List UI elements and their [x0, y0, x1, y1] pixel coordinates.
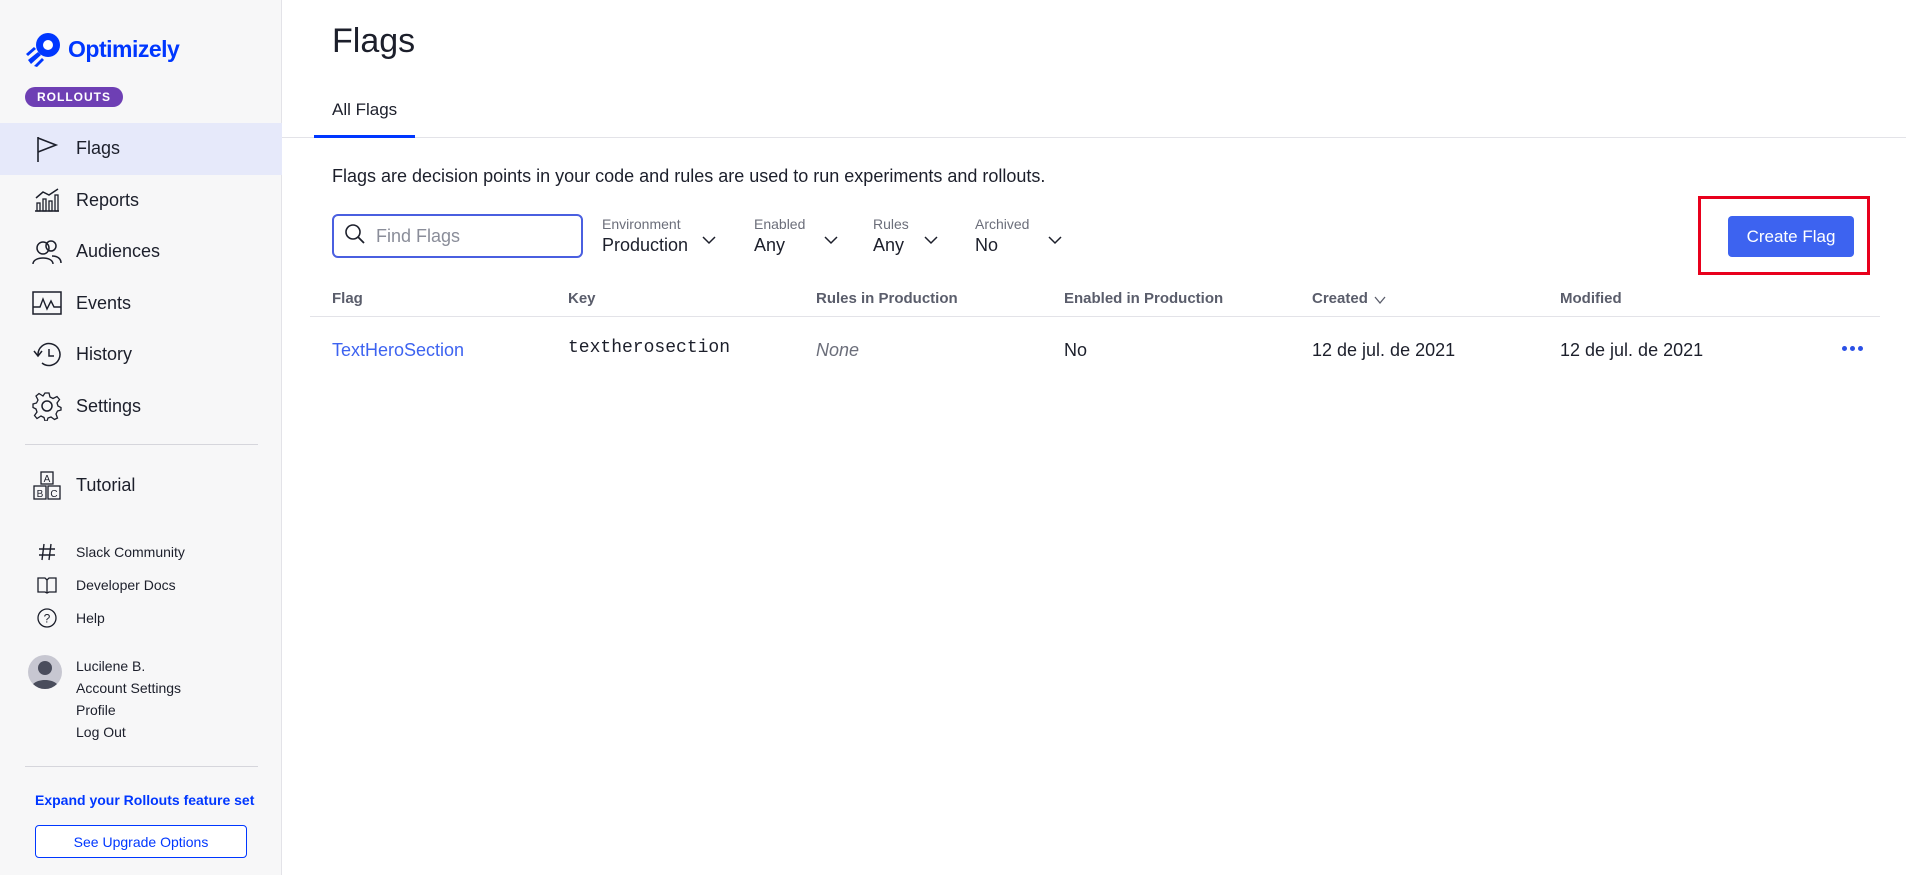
profile-link[interactable]: Profile	[76, 699, 181, 721]
logout-link[interactable]: Log Out	[76, 721, 181, 743]
sort-chevron-icon	[1374, 291, 1386, 308]
slack-community-link[interactable]: Slack Community	[0, 535, 282, 568]
filter-label: Rules	[873, 216, 909, 232]
see-upgrade-options-button[interactable]: See Upgrade Options	[35, 825, 247, 858]
enabled-filter[interactable]: Enabled Any	[754, 216, 838, 256]
hash-icon	[36, 541, 58, 563]
help-icon: ?	[36, 607, 58, 629]
link-label: Slack Community	[76, 543, 185, 560]
search-box	[332, 214, 583, 258]
filter-value: No	[975, 235, 999, 255]
sidebar-item-label: Flags	[76, 138, 121, 159]
column-header-modified[interactable]: Modified	[1560, 290, 1622, 307]
sidebar-item-events[interactable]: Events	[0, 278, 282, 330]
rules-filter[interactable]: Rules Any	[873, 216, 938, 256]
page-title: Flags	[332, 22, 416, 60]
optimizely-logo[interactable]: Optimizely	[24, 30, 180, 68]
help-link[interactable]: ? Help	[0, 601, 282, 634]
flag-icon	[32, 134, 62, 164]
reports-icon	[32, 185, 62, 215]
gear-icon	[32, 391, 62, 422]
sidebar-divider	[25, 766, 258, 767]
page-description: Flags are decision points in your code a…	[332, 166, 1046, 186]
tab-bar: All Flags	[282, 92, 1906, 138]
brand-name: Optimizely	[68, 35, 180, 62]
created-date: 12 de jul. de 2021	[1312, 340, 1456, 360]
environment-filter[interactable]: Environment Production	[602, 216, 716, 256]
chevron-down-icon	[702, 232, 716, 250]
avatar[interactable]	[28, 655, 62, 689]
rollouts-badge: ROLLOUTS	[25, 87, 123, 107]
main-content: Flags All Flags Flags are decision point…	[282, 0, 1906, 875]
rules-in-production: None	[816, 340, 860, 360]
sidebar: Optimizely ROLLOUTS Flags Reports Audien…	[0, 0, 282, 875]
chevron-down-icon	[924, 232, 938, 250]
chevron-down-icon	[824, 232, 838, 250]
filter-value: Any	[754, 235, 786, 255]
sidebar-item-label: Audiences	[76, 241, 161, 262]
sidebar-item-flags[interactable]: Flags	[0, 123, 282, 175]
more-options-icon[interactable]	[1842, 346, 1863, 351]
developer-docs-link[interactable]: Developer Docs	[0, 568, 282, 601]
column-header-rules[interactable]: Rules in Production	[816, 290, 958, 307]
search-input[interactable]	[376, 225, 566, 247]
filter-value: Production	[602, 235, 689, 255]
account-settings-link[interactable]: Account Settings	[76, 677, 181, 699]
filter-label: Enabled	[754, 216, 806, 232]
filter-value: Any	[873, 235, 905, 255]
expand-feature-set-text: Expand your Rollouts feature set	[35, 792, 255, 808]
link-label: Developer Docs	[76, 576, 176, 593]
sidebar-tutorial: A B C Tutorial	[0, 460, 282, 512]
svg-text:B: B	[37, 489, 44, 500]
sidebar-item-label: History	[76, 344, 133, 365]
flag-name-link[interactable]: TextHeroSection	[332, 340, 464, 361]
sidebar-item-label: Events	[76, 292, 132, 313]
tab-all-flags[interactable]: All Flags	[314, 92, 416, 138]
filter-label: Archived	[975, 216, 1030, 232]
search-icon	[344, 223, 366, 250]
sidebar-divider	[25, 444, 258, 445]
modified-date: 12 de jul. de 2021	[1560, 340, 1704, 360]
column-header-flag[interactable]: Flag	[332, 290, 363, 307]
column-header-key[interactable]: Key	[568, 290, 596, 307]
chevron-down-icon	[1048, 232, 1062, 250]
sidebar-item-label: Reports	[76, 189, 140, 210]
audiences-icon	[32, 237, 62, 267]
sidebar-item-tutorial[interactable]: A B C Tutorial	[0, 460, 282, 512]
sidebar-item-audiences[interactable]: Audiences	[0, 226, 282, 278]
sidebar-item-label: Tutorial	[76, 475, 136, 496]
optimizely-logo-icon	[26, 33, 60, 67]
events-icon	[32, 288, 62, 318]
link-label: Help	[76, 609, 105, 626]
sidebar-nav: Flags Reports Audiences Events History S…	[0, 123, 282, 432]
table-header: Flag Key Rules in Production Enabled in …	[310, 288, 1880, 317]
svg-text:A: A	[44, 474, 51, 485]
filter-label: Environment	[602, 216, 681, 232]
svg-text:?: ?	[44, 611, 51, 625]
flag-key: textherosection	[568, 338, 731, 358]
archived-filter[interactable]: Archived No	[975, 216, 1062, 256]
user-name: Lucilene B.	[76, 658, 146, 674]
sidebar-item-reports[interactable]: Reports	[0, 175, 282, 227]
svg-text:C: C	[50, 489, 57, 500]
column-header-enabled[interactable]: Enabled in Production	[1064, 290, 1223, 307]
column-header-created[interactable]: Created	[1312, 290, 1386, 308]
enabled-in-production: No	[1064, 340, 1088, 360]
abc-blocks-icon: A B C	[32, 471, 62, 501]
book-icon	[36, 574, 58, 596]
sidebar-item-history[interactable]: History	[0, 329, 282, 381]
user-menu: Lucilene B. Account Settings Profile Log…	[28, 655, 181, 743]
create-flag-button[interactable]: Create Flag	[1728, 216, 1854, 257]
sidebar-item-label: Settings	[76, 395, 142, 416]
sidebar-item-settings[interactable]: Settings	[0, 381, 282, 433]
column-header-label: Created	[1312, 290, 1368, 307]
table-row[interactable]: TextHeroSection textherosection None No …	[310, 318, 1880, 384]
sidebar-links: Slack Community Developer Docs ? Help	[0, 535, 282, 634]
history-icon	[32, 340, 62, 370]
